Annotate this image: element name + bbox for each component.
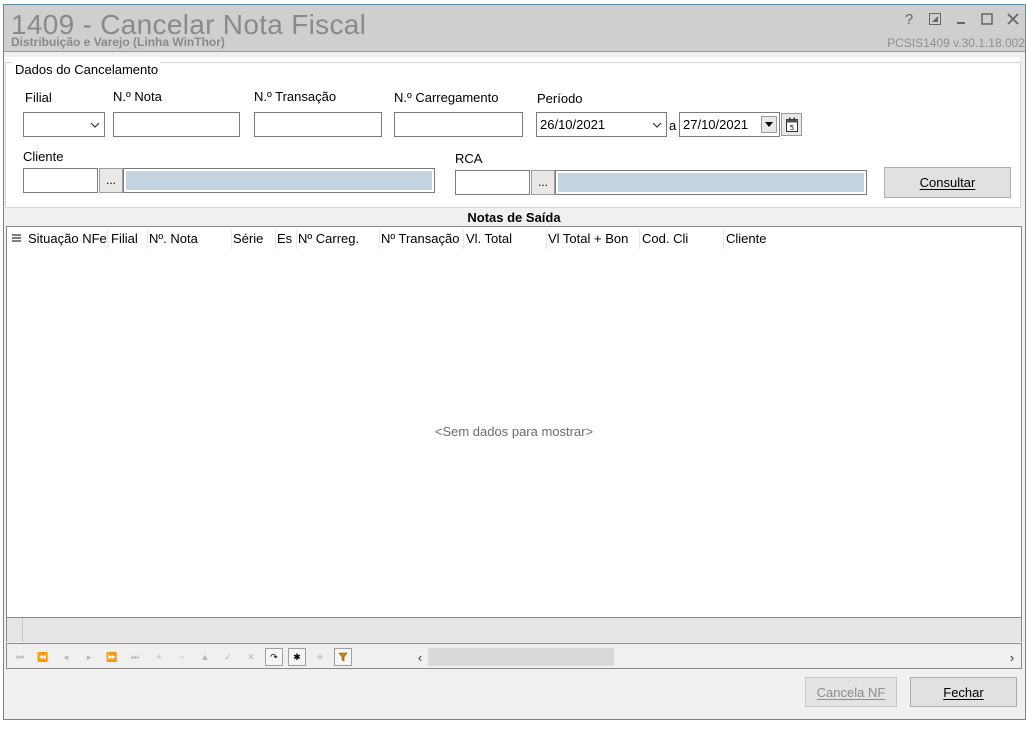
fechar-button[interactable]: Fechar xyxy=(910,677,1017,707)
horizontal-scrollbar[interactable]: ‹ › xyxy=(412,648,1020,666)
title-bar: 1409 - Cancelar Nota Fiscal Distribuição… xyxy=(4,5,1025,52)
col-serie[interactable]: Série xyxy=(233,231,273,246)
col-divider xyxy=(723,229,724,249)
empty-message: <Sem dados para mostrar> xyxy=(434,424,594,439)
next-page-icon[interactable]: ⏩ xyxy=(103,648,121,666)
periodo-label: Período xyxy=(537,91,583,106)
minimize-icon[interactable] xyxy=(953,11,969,27)
col-divider xyxy=(275,229,276,249)
insert-icon[interactable]: + xyxy=(150,648,168,666)
maximize-icon[interactable] xyxy=(979,11,995,27)
rca-name-field xyxy=(555,170,867,195)
filter-icon[interactable] xyxy=(334,648,352,666)
first-page-icon[interactable]: ⏮ xyxy=(11,648,29,666)
col-carreg[interactable]: Nº Carreg. xyxy=(298,231,378,246)
cliente-name-field xyxy=(123,168,435,193)
col-transacao[interactable]: Nº Transação xyxy=(381,231,461,246)
dropdown-button[interactable] xyxy=(761,116,777,133)
col-divider xyxy=(231,229,232,249)
refresh-icon[interactable]: ↷ xyxy=(265,648,283,666)
consultar-button[interactable]: Consultar xyxy=(884,167,1011,198)
filter-group-title: Dados do Cancelamento xyxy=(13,62,161,77)
scroll-left-icon[interactable]: ‹ xyxy=(412,648,428,666)
cancela-nf-button[interactable]: Cancela NF xyxy=(805,677,897,707)
version-label: PCSIS1409 v.30.1.18.002 xyxy=(887,36,1025,50)
nota-input[interactable] xyxy=(113,112,240,137)
bookmark-icon[interactable]: ✱ xyxy=(288,648,306,666)
date-from-picker[interactable]: 26/10/2021 xyxy=(536,112,667,137)
nota-label: N.º Nota xyxy=(113,89,162,104)
col-cod-cli[interactable]: Cod. Cli xyxy=(642,231,722,246)
filial-label: Filial xyxy=(25,90,52,105)
col-divider xyxy=(379,229,380,249)
grid-header: Situação NFe Filial Nº. Nota Série Es Nº… xyxy=(7,227,1021,251)
carregamento-input[interactable] xyxy=(394,112,523,137)
consultar-label: Consultar xyxy=(919,175,976,190)
grid-footer xyxy=(6,618,1022,642)
post-icon[interactable]: ✓ xyxy=(219,648,237,666)
col-divider xyxy=(639,229,640,249)
last-page-icon[interactable]: ⏭ xyxy=(126,648,144,666)
chevron-down-icon xyxy=(90,122,100,128)
triangle-down-icon xyxy=(765,122,773,127)
close-icon[interactable] xyxy=(1005,11,1021,27)
cliente-search-button[interactable]: ... xyxy=(99,168,123,193)
date-from-value: 26/10/2021 xyxy=(540,117,606,132)
grid-title: Notas de Saída xyxy=(467,210,561,225)
rca-label: RCA xyxy=(455,151,483,166)
edit-icon[interactable]: ▲ xyxy=(196,648,214,666)
help-button[interactable]: ? xyxy=(901,11,917,28)
calendar-icon: 5 xyxy=(785,117,798,132)
carregamento-label: N.º Carregamento xyxy=(394,90,499,105)
col-nota[interactable]: Nº. Nota xyxy=(149,231,229,246)
transacao-label: N.º Transação xyxy=(254,89,337,104)
col-divider xyxy=(147,229,148,249)
transacao-input[interactable] xyxy=(254,112,382,137)
date-to-picker[interactable]: 27/10/2021 xyxy=(679,112,780,137)
prev-record-icon[interactable]: ◂ xyxy=(57,648,75,666)
next-record-icon[interactable]: ▸ xyxy=(80,648,98,666)
chevron-down-icon xyxy=(652,122,662,128)
calendar-button[interactable]: 5 xyxy=(781,113,802,136)
cancela-nf-label: Cancela NF xyxy=(816,684,886,700)
rca-code-input[interactable] xyxy=(455,170,530,195)
window-controls: ? xyxy=(901,11,1021,28)
fechar-label: Fechar xyxy=(943,684,984,700)
col-situacao[interactable]: Situação NFe xyxy=(28,231,107,246)
window-subtitle: Distribuição e Varejo (Linha WinThor) xyxy=(11,35,225,49)
col-cliente[interactable]: Cliente xyxy=(726,231,926,246)
date-separator: a xyxy=(669,118,677,133)
delete-icon[interactable]: − xyxy=(173,648,191,666)
col-filial[interactable]: Filial xyxy=(111,231,147,246)
goto-bookmark-icon[interactable]: ✳ xyxy=(311,648,329,666)
notas-grid[interactable]: Situação NFe Filial Nº. Nota Série Es Nº… xyxy=(6,226,1022,618)
col-divider xyxy=(296,229,297,249)
column-chooser-icon[interactable] xyxy=(11,232,22,247)
col-divider xyxy=(463,229,464,249)
col-es[interactable]: Es xyxy=(277,231,295,246)
col-vl-total[interactable]: Vl. Total xyxy=(466,231,546,246)
col-vl-total-bon[interactable]: Vl Total + Bon xyxy=(548,231,637,246)
rca-search-button[interactable]: ... xyxy=(531,170,555,195)
grid-navigator: ⏮ ⏪ ◂ ▸ ⏩ ⏭ + − ▲ ✓ ✕ ↷ ✱ ✳ ‹ › xyxy=(6,643,1022,669)
scrollbar-thumb[interactable] xyxy=(428,648,614,666)
cancel-edit-icon[interactable]: ✕ xyxy=(242,648,260,666)
prev-page-icon[interactable]: ⏪ xyxy=(34,648,52,666)
restore-icon[interactable] xyxy=(927,11,943,27)
filial-select[interactable] xyxy=(23,112,105,137)
col-divider xyxy=(546,229,547,249)
col-divider xyxy=(107,229,108,249)
date-to-value: 27/10/2021 xyxy=(683,117,749,132)
scroll-right-icon[interactable]: › xyxy=(1004,648,1020,666)
cliente-code-input[interactable] xyxy=(23,168,98,193)
svg-text:5: 5 xyxy=(789,124,793,132)
footer-indicator-cell xyxy=(7,618,23,642)
cliente-label: Cliente xyxy=(23,149,64,164)
